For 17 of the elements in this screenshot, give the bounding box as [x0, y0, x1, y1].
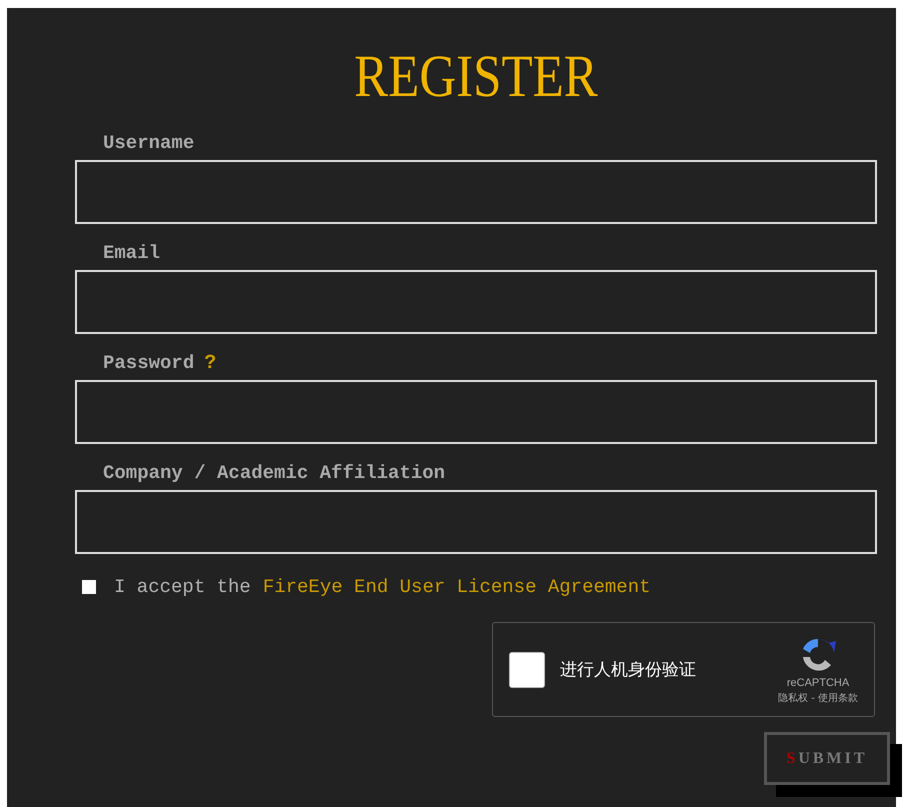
agreement-text: I accept the	[114, 576, 251, 598]
help-icon[interactable]: ?	[204, 352, 216, 374]
field-label: Email	[103, 242, 160, 264]
field-label: Company / Academic Affiliation	[103, 462, 446, 484]
input-field[interactable]	[75, 160, 877, 224]
field-label: Username	[103, 132, 194, 154]
checkbox[interactable]	[82, 580, 96, 594]
license-link[interactable]: FireEye End User License Agreement	[262, 576, 650, 598]
recaptcha-label: reCAPTCHA	[786, 676, 850, 688]
privacy-terms-link[interactable]: 隐私权 - 使用条款	[778, 690, 858, 704]
input-field[interactable]	[75, 380, 877, 444]
input-field[interactable]	[75, 270, 877, 334]
register-title: REGISTER	[353, 46, 599, 106]
input-field[interactable]	[75, 490, 877, 554]
field-label: Password	[103, 352, 194, 374]
captcha-checkbox[interactable]	[509, 652, 545, 688]
captcha-label: 进行人机身份验证	[560, 659, 697, 681]
